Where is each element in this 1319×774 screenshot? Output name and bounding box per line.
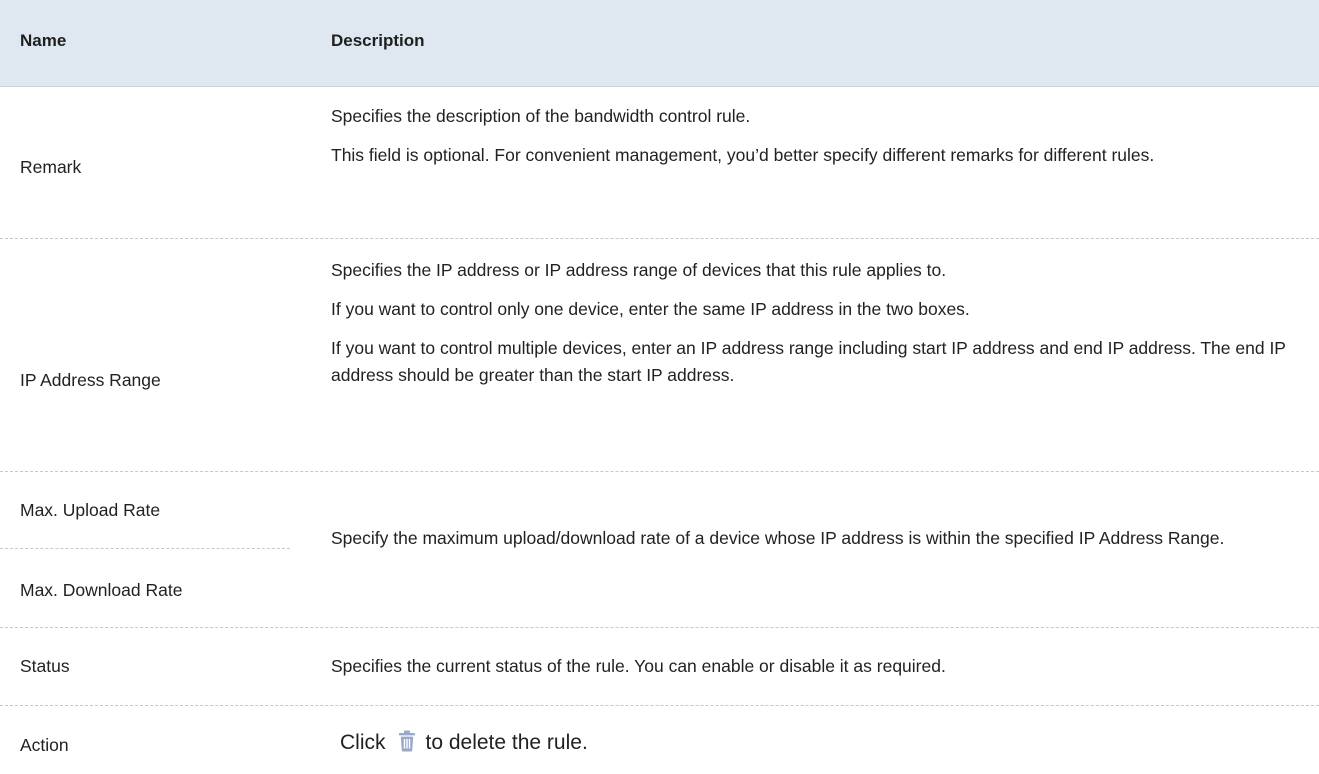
table-header: Name Description: [0, 0, 1319, 87]
trash-icon: [398, 730, 416, 760]
row-name-remark: Remark: [20, 157, 82, 177]
row-name-action: Action: [20, 735, 69, 755]
row-sub-divider: [0, 548, 290, 549]
column-header-name: Name: [20, 31, 67, 50]
row-description-rates: Specify the maximum upload/download rate…: [331, 525, 1301, 552]
description-paragraph: Specifies the current status of the rule…: [331, 656, 946, 676]
row-divider: [0, 471, 1319, 472]
row-divider: [0, 238, 1319, 239]
row-name-ip-address-range: IP Address Range: [20, 370, 161, 390]
description-paragraph: This field is optional. For convenient m…: [331, 145, 1155, 165]
row-description-remark: Specifies the description of the bandwid…: [331, 103, 1301, 169]
row-description-ip-address-range: Specifies the IP address or IP address r…: [331, 257, 1301, 389]
description-paragraph: Specify the maximum upload/download rate…: [331, 528, 1225, 548]
row-name-max-upload-rate: Max. Upload Rate: [20, 500, 161, 520]
row-divider: [0, 705, 1319, 706]
action-text-before: Click: [340, 731, 386, 754]
description-paragraph: Specifies the description of the bandwid…: [331, 106, 751, 126]
row-divider: [0, 627, 1319, 628]
row-description-status: Specifies the current status of the rule…: [331, 653, 1301, 680]
row-name-max-download-rate: Max. Download Rate: [20, 580, 183, 600]
action-text-after: to delete the rule.: [425, 731, 588, 754]
description-paragraph: Specifies the IP address or IP address r…: [331, 260, 947, 280]
column-header-description: Description: [331, 31, 425, 50]
parameter-table: Name Description Remark Specifies the de…: [0, 0, 1319, 774]
description-paragraph: If you want to control multiple devices,…: [331, 338, 1286, 385]
description-paragraph: If you want to control only one device, …: [331, 299, 970, 319]
row-name-status: Status: [20, 656, 70, 676]
row-description-action: Click to delete the rule.: [340, 729, 1310, 760]
